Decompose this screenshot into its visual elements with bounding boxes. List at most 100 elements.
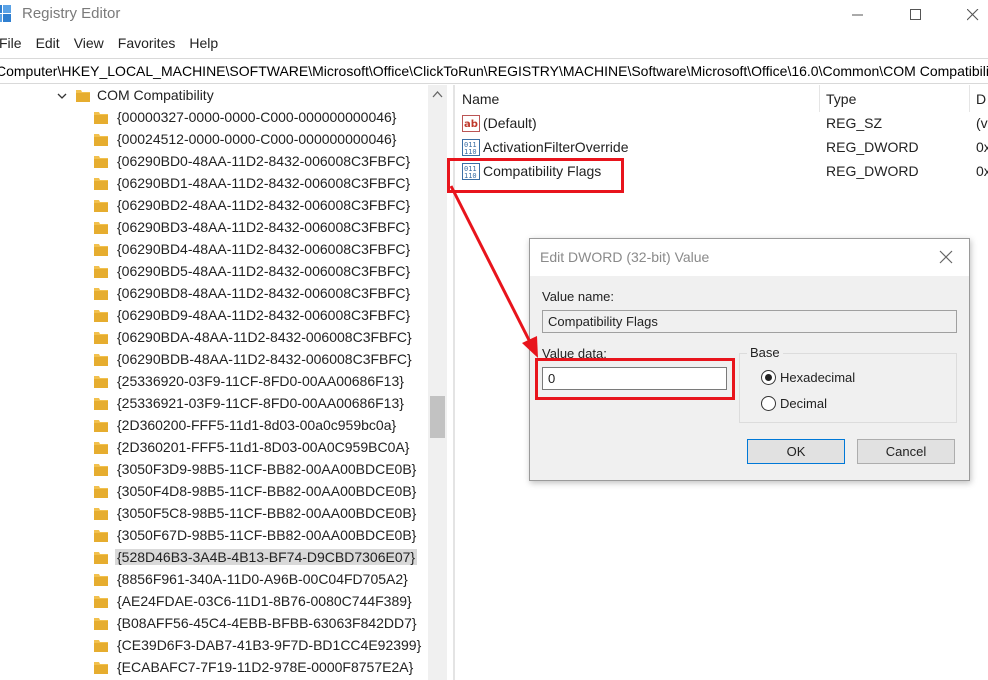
tree-item-label: {06290BD8-48AA-11D2-8432-006008C3FBFC} [117,285,411,301]
tree-item[interactable]: {00000327-0000-0000-C000-000000000046} [0,107,430,129]
folder-icon [94,222,108,234]
folder-icon [94,112,108,124]
folder-icon [94,200,108,212]
tree-item-label: {528D46B3-3A4B-4B13-BF74-D9CBD7306E07} [115,549,418,565]
folder-icon [94,332,108,344]
tree-item[interactable]: {00024512-0000-0000-C000-000000000046} [0,129,430,151]
cancel-button[interactable]: Cancel [857,439,955,464]
tree-item-label: {00000327-0000-0000-C000-000000000046} [117,109,397,125]
folder-icon [94,618,108,630]
menu-file[interactable]: File [0,33,29,57]
dialog-title: Edit DWORD (32-bit) Value [540,249,710,265]
registry-editor-icon [0,5,11,22]
folder-icon [94,486,108,498]
value-data: 0x [976,139,988,155]
folder-icon [94,574,108,586]
svg-text:110: 110 [464,148,477,156]
base-group-label: Base [747,345,783,360]
address-path: Computer\HKEY_LOCAL_MACHINE\SOFTWARE\Mic… [0,63,988,79]
folder-icon [94,134,108,146]
tree-item[interactable]: {3050F67D-98B5-11CF-BB82-00AA00BDCE0B} [0,525,430,547]
tree-item[interactable]: {06290BD4-48AA-11D2-8432-006008C3FBFC} [0,239,430,261]
tree-item-label: {3050F4D8-98B5-11CF-BB82-00AA00BDCE0B} [117,483,417,499]
hexadecimal-label[interactable]: Hexadecimal [780,370,855,385]
maximize-icon [910,9,921,20]
value-name: ActivationFilterOverride [483,139,629,155]
tree-item[interactable]: {06290BD8-48AA-11D2-8432-006008C3FBFC} [0,283,430,305]
minimize-button[interactable] [835,0,881,30]
tree-item[interactable]: {8856F961-340A-11D0-A96B-00C04FD705A2} [0,569,430,591]
tree-item-label: {06290BDA-48AA-11D2-8432-006008C3FBFC} [117,329,412,345]
column-header-name[interactable]: Name [456,85,820,112]
menu-view[interactable]: View [67,33,111,57]
decimal-label[interactable]: Decimal [780,396,827,411]
maximize-button[interactable] [893,0,939,30]
tree-item[interactable]: {06290BD0-48AA-11D2-8432-006008C3FBFC} [0,151,430,173]
tree-item[interactable]: {ECABAFC7-7F19-11D2-978E-0000F8757E2A} [0,657,430,679]
folder-icon [94,354,108,366]
tree-item-label: {2D360201-FFF5-11d1-8D03-00A0C959BC0A} [117,439,410,455]
value-name-field: Compatibility Flags [542,310,957,333]
menu-bar: File Edit View Favorites Help [0,33,225,57]
folder-icon [94,266,108,278]
tree-item-label: {CE39D6F3-DAB7-41B3-9F7D-BD1CC4E92399} [117,637,422,653]
tree-item[interactable]: {B08AFF56-45C4-4EBB-BFBB-63063F842DD7} [0,613,430,635]
key-tree: COM Compatibility {00000327-0000-0000-C0… [0,85,448,680]
menu-favorites[interactable]: Favorites [111,33,183,57]
value-type: REG_DWORD [826,139,919,155]
tree-item-label: COM Compatibility [97,87,214,103]
tree-item[interactable]: {06290BDB-48AA-11D2-8432-006008C3FBFC} [0,349,430,371]
tree-item-label: {3050F5C8-98B5-11CF-BB82-00AA00BDCE0B} [117,505,417,521]
tree-item-label: {06290BD2-48AA-11D2-8432-006008C3FBFC} [117,197,411,213]
folder-icon [94,420,108,432]
value-row[interactable]: 011 110 ActivationFilterOverride REG_DWO… [456,136,988,160]
tree-item-label: {25336920-03F9-11CF-8FD0-00AA00686F13} [117,373,404,389]
address-bar[interactable]: Computer\HKEY_LOCAL_MACHINE\SOFTWARE\Mic… [0,58,988,84]
tree-item-label: {B08AFF56-45C4-4EBB-BFBB-63063F842DD7} [117,615,417,631]
tree-item[interactable]: {25336920-03F9-11CF-8FD0-00AA00686F13} [0,371,430,393]
folder-icon [94,376,108,388]
tree-item-com-compatibility[interactable]: COM Compatibility [0,85,430,107]
tree-item[interactable]: {25336921-03F9-11CF-8FD0-00AA00686F13} [0,393,430,415]
tree-item[interactable]: {06290BD9-48AA-11D2-8432-006008C3FBFC} [0,305,430,327]
tree-item[interactable]: {AE24FDAE-03C6-11D1-8B76-0080C744F389} [0,591,430,613]
tree-item[interactable]: {06290BD2-48AA-11D2-8432-006008C3FBFC} [0,195,430,217]
menu-edit[interactable]: Edit [29,33,67,57]
tree-item[interactable]: {3050F4D8-98B5-11CF-BB82-00AA00BDCE0B} [0,481,430,503]
tree-scrollbar[interactable] [428,85,447,680]
tree-item[interactable]: {3050F3D9-98B5-11CF-BB82-00AA00BDCE0B} [0,459,430,481]
hexadecimal-radio[interactable] [761,370,776,385]
tree-item-label: {06290BD4-48AA-11D2-8432-006008C3FBFC} [117,241,411,257]
column-header-type[interactable]: Type [820,85,970,112]
chevron-down-icon[interactable] [57,91,67,101]
tree-item[interactable]: {06290BD1-48AA-11D2-8432-006008C3FBFC} [0,173,430,195]
tree-item-label: {2D360200-FFF5-11d1-8d03-00a0c959bc0a} [117,417,397,433]
highlight-box-compatibility-flags [447,158,624,193]
folder-icon [94,508,108,520]
tree-item[interactable]: {2D360201-FFF5-11d1-8D03-00A0C959BC0A} [0,437,430,459]
close-icon[interactable] [938,249,954,265]
folder-icon [94,596,108,608]
folder-icon [94,442,108,454]
value-row[interactable]: ab (Default) REG_SZ (v [456,112,988,136]
tree-item[interactable]: {2D360200-FFF5-11d1-8d03-00a0c959bc0a} [0,415,430,437]
tree-item[interactable]: {CE39D6F3-DAB7-41B3-9F7D-BD1CC4E92399} [0,635,430,657]
tree-item[interactable]: {06290BDA-48AA-11D2-8432-006008C3FBFC} [0,327,430,349]
folder-icon [94,640,108,652]
decimal-radio[interactable] [761,396,776,411]
ok-button[interactable]: OK [747,439,845,464]
scroll-thumb[interactable] [430,396,445,438]
menu-help[interactable]: Help [182,33,225,57]
scroll-up-icon[interactable] [432,89,443,99]
close-button[interactable] [950,0,988,30]
tree-item[interactable]: {3050F5C8-98B5-11CF-BB82-00AA00BDCE0B} [0,503,430,525]
tree-item-label: {06290BD5-48AA-11D2-8432-006008C3FBFC} [117,263,411,279]
value-data: (v [976,115,988,131]
column-header-data[interactable]: D [970,85,988,112]
folder-icon [94,178,108,190]
tree-item[interactable]: {528D46B3-3A4B-4B13-BF74-D9CBD7306E07} [0,547,430,569]
tree-item[interactable]: {06290BD5-48AA-11D2-8432-006008C3FBFC} [0,261,430,283]
value-name: (Default) [483,115,537,131]
tree-item[interactable]: {06290BD3-48AA-11D2-8432-006008C3FBFC} [0,217,430,239]
folder-icon [94,552,108,564]
